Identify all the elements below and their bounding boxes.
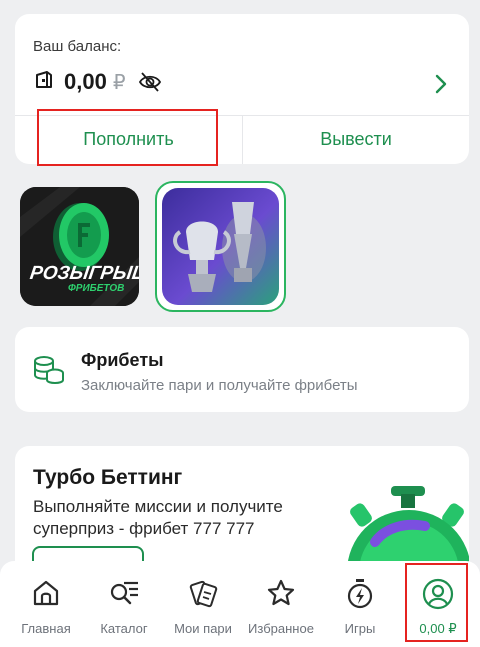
nav-label: Главная [21,621,71,636]
trophy-icon [173,202,266,292]
highlight-box [37,109,218,166]
story-subtitle: ФРИБЕТОВ [68,283,125,294]
story-title: РОЗЫГРЫШ [28,263,139,284]
freebets-title: Фрибеты [81,350,164,370]
freebets-subtitle: Заключайте пари и получайте фрибеты [81,377,358,394]
hide-balance-eye-icon[interactable] [138,71,162,93]
story-trophies[interactable] [162,188,279,305]
chevron-right-icon[interactable] [435,74,447,99]
nav-label: Игры [344,621,376,636]
nav-item-catalog[interactable]: Каталог [81,561,167,647]
nav-item-my-bets[interactable]: Мои пари [160,561,246,647]
home-icon [31,578,61,608]
nav-item-home[interactable]: Главная [3,561,89,647]
nav-item-games[interactable]: Игры [317,561,403,647]
turbo-title: Турбо Беттинг [33,466,183,489]
nav-item-favorites[interactable]: Избранное [238,561,324,647]
coins-stack-icon [33,355,65,390]
withdraw-button[interactable]: Вывести [243,115,469,164]
balance-currency: ₽ [112,71,126,94]
balance-row[interactable]: 0,00 ₽ [33,64,162,100]
stopwatch-icon [345,578,375,610]
nav-label: Избранное [248,621,314,636]
balance-label: Ваш баланс: [33,38,122,55]
turbo-description: Выполняйте миссии и получите суперприз -… [33,497,283,538]
nav-label: Мои пари [174,621,232,636]
nav-label: Каталог [100,621,148,636]
wallet-icon [33,69,55,96]
tickets-icon [187,578,219,608]
freebets-card[interactable]: Фрибеты Заключайте пари и получайте фриб… [15,327,469,412]
highlight-box [405,563,468,642]
catalog-search-icon [108,578,140,608]
story-freebet-giveaway[interactable]: РОЗЫГРЫШ ФРИБЕТОВ [20,187,139,306]
balance-amount: 0,00 [64,69,107,94]
star-icon [266,578,296,608]
